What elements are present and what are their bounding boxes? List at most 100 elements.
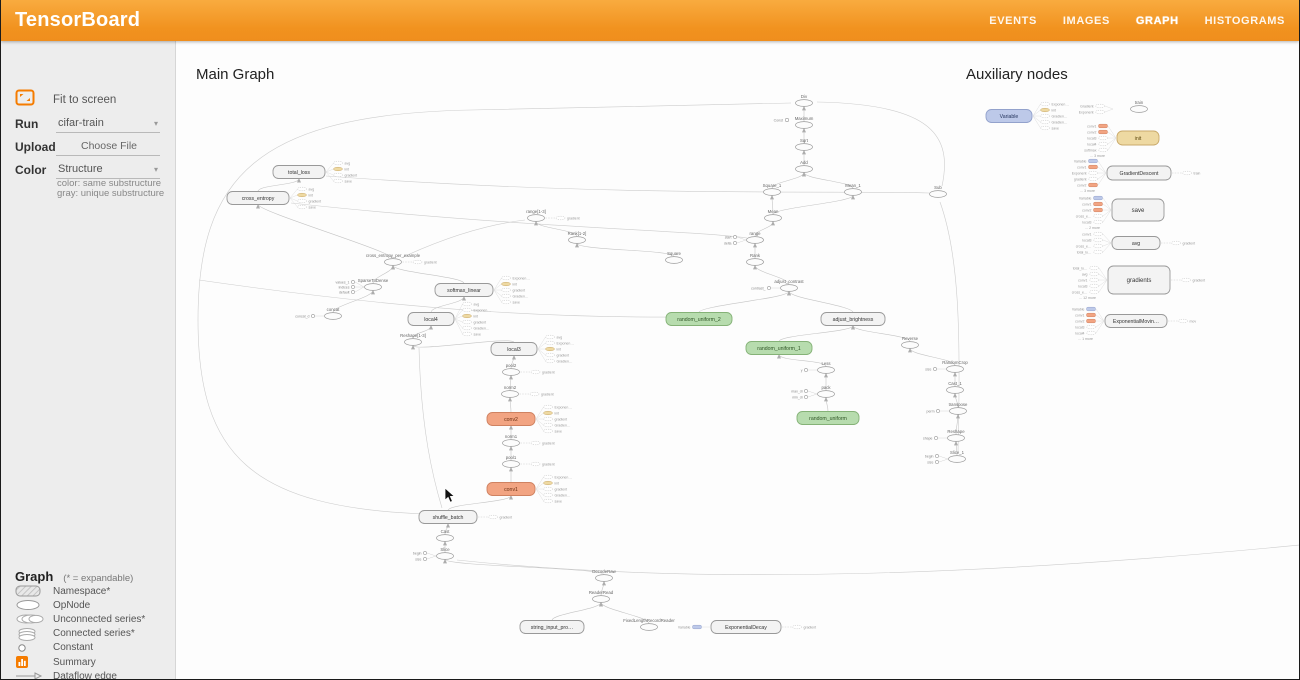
tensorboard-app: TensorBoard EVENTSIMAGESGRAPHHISTOGRAMS … — [0, 0, 1300, 680]
graph-node-range13[interactable]: range[1-3]gradient — [526, 209, 579, 222]
graph-node-pool1[interactable]: pool1gradient — [503, 455, 555, 468]
graph-node-string_input_pro[interactable]: string_input_pro… — [520, 621, 584, 634]
svg-text:gradient: gradient — [541, 392, 554, 396]
graph-node-total_loss[interactable]: total_lossavginitgradientsave — [273, 161, 357, 183]
svg-text:total_lo…: total_lo… — [1077, 250, 1092, 254]
nav-tab-events[interactable]: EVENTS — [989, 15, 1037, 27]
graph-node-cepe[interactable]: cross_entropy_per_examplegradient — [366, 253, 437, 266]
graph-node-cross_entropy[interactable]: cross_entropyavginitgradientsave — [227, 187, 321, 209]
color-select[interactable]: Structure▾ — [56, 161, 160, 179]
graph-node-Square_1[interactable]: Square_1 — [763, 183, 782, 196]
graph-node-random_uniform_2[interactable]: random_uniform_2 — [666, 313, 732, 326]
legend-item-namespace: Namespace* — [15, 584, 165, 598]
graph-node-pool2[interactable]: pool2gradient — [503, 363, 555, 376]
legend-item-label: Summary — [53, 657, 96, 668]
svg-text:adjust_brightness: adjust_brightness — [833, 317, 874, 323]
svg-text:Gradien…: Gradien… — [1052, 120, 1068, 124]
svg-text:conv1: conv1 — [504, 487, 518, 493]
graph-node-VariableAux[interactable]: VariableExponen…initGradien…Gradien…save — [986, 102, 1069, 130]
svg-text:gradient: gradient — [1183, 241, 1196, 245]
graph-node-DecodeRaw[interactable]: DecodeRaw — [592, 569, 616, 582]
svg-text:gradient: gradient — [513, 288, 526, 292]
svg-text:ExponentialDecay: ExponentialDecay — [725, 625, 767, 631]
graph-node-norm1[interactable]: norm1gradient — [503, 434, 555, 447]
svg-text:Variable: Variable — [1079, 196, 1092, 200]
graph-node-train[interactable]: trainGradientExponent — [1079, 100, 1148, 115]
graph-node-local4[interactable]: local4avgExponen…initgradientGradien…sav… — [408, 302, 491, 336]
graph-node-Rank12[interactable]: Rank[1-2] — [568, 231, 587, 244]
graph-node-save[interactable]: saveVariableconv1conv2cross_e…local3… 2 … — [1076, 196, 1164, 230]
graph-node-concat[interactable]: concatconcat_d — [295, 307, 341, 320]
graph-node-MaximumConst[interactable]: Const — [774, 118, 789, 122]
graph-node-Cast[interactable]: Cast — [437, 529, 454, 542]
svg-text:Maximum: Maximum — [795, 116, 814, 121]
graph-node-range[interactable]: rangestartdelta — [724, 231, 764, 246]
graph-node-conv1[interactable]: conv1Exponen…initgradientGradien…save — [487, 475, 572, 503]
legend-item-opnode: OpNode — [15, 598, 165, 612]
graph-node-Maximum[interactable]: Maximum — [795, 116, 814, 129]
graph-node-Sqrt[interactable]: Sqrt — [796, 138, 813, 151]
graph-node-softmax_linear[interactable]: softmax_linearExponen…initgradientGradie… — [435, 276, 530, 304]
graph-node-random_uniform[interactable]: random_uniform — [797, 412, 859, 425]
graph-node-SparseToDense[interactable]: SparseToDensevalues_1indicesdefault — [335, 278, 388, 295]
graph-node-Cast_1[interactable]: Cast_1 — [947, 381, 964, 394]
graph-node-Sub[interactable]: Sub — [930, 185, 947, 198]
graph-node-Mean_1[interactable]: Mean_1 — [845, 183, 862, 196]
graph-canvas[interactable]: Div Const Maximum Sqrt Add Square_1 Mean_1 Sub M… — [176, 41, 1300, 680]
graph-node-shuffle_batch[interactable]: shuffle_batchgradient — [419, 511, 512, 524]
graph-node-Rank[interactable]: Rank — [747, 253, 764, 266]
graph-node-init[interactable]: initconv1conv2local3local4softmax… 3 mor… — [1084, 124, 1159, 158]
svg-text:GradientDescent: GradientDescent — [1120, 171, 1159, 177]
svg-text:init: init — [555, 481, 560, 485]
svg-text:train: train — [1135, 100, 1144, 105]
svg-text:Exponen…: Exponen… — [557, 341, 575, 345]
graph-node-norm2[interactable]: norm2gradient — [502, 385, 554, 398]
graph-node-ReaderRead[interactable]: ReaderRead — [589, 590, 614, 603]
svg-text:conv1: conv1 — [1082, 232, 1091, 236]
graph-node-local3[interactable]: local3avgExponen…initgradientGradien… — [491, 335, 574, 363]
svg-text:adjust_contrast: adjust_contrast — [774, 279, 804, 284]
graph-node-transpose[interactable]: transposeperm — [927, 402, 969, 415]
graph-node-Reverse[interactable]: Reverse — [902, 336, 919, 349]
namespace-icon — [15, 585, 53, 597]
graph-node-ExponentialMovin[interactable]: ExponentialMovin…Variableconv1conv2local… — [1072, 307, 1196, 341]
svg-text:random_uniform_1: random_uniform_1 — [757, 346, 801, 352]
nav-tab-graph[interactable]: GRAPH — [1136, 15, 1179, 27]
graph-node-pack[interactable]: packmax_dimin_di — [791, 385, 834, 400]
graph-node-Div[interactable]: Div — [796, 94, 813, 107]
graph-node-adjust_contrast[interactable]: adjust_contrastcontrast_ — [751, 279, 804, 292]
graph-node-Slice_1[interactable]: Slice_1beginsize — [925, 450, 966, 465]
graph-node-random_uniform_1[interactable]: random_uniform_1 — [746, 342, 812, 355]
nav-tab-images[interactable]: IMAGES — [1063, 15, 1110, 27]
svg-text:cross_e…: cross_e… — [1072, 290, 1088, 294]
opnode-icon — [15, 599, 53, 611]
graph-node-gradients[interactable]: gradientstotal_lo…avgconv1local3cross_e…… — [1072, 266, 1205, 300]
run-select[interactable]: cifar-train▾ — [56, 115, 160, 133]
graph-node-Square[interactable]: Square — [666, 251, 683, 264]
svg-text:y: y — [801, 368, 803, 372]
graph-node-conv2[interactable]: conv2Exponen…initgradientGradien…save — [487, 405, 572, 433]
svg-text:Square_1: Square_1 — [763, 183, 782, 188]
nav-tab-histograms[interactable]: HISTOGRAMS — [1205, 15, 1285, 27]
graph-node-Reshape[interactable]: Reshapeshape — [923, 429, 965, 442]
choose-file-button[interactable]: Choose File — [56, 138, 160, 156]
graph-node-GradientDescent[interactable]: GradientDescentVariableconv1Exponentgrad… — [1072, 159, 1201, 193]
constant-icon — [15, 642, 53, 654]
graph-node-Add[interactable]: Add — [796, 160, 813, 173]
fit-to-screen-button[interactable]: Fit to screen — [15, 89, 116, 111]
svg-text:init: init — [513, 282, 518, 286]
graph-node-ExponentialDecay[interactable]: ExponentialDecayVariablegradient — [678, 621, 816, 634]
graph-node-FixedLengthRecordReader[interactable]: FixedLengthRecordReader — [623, 618, 675, 631]
svg-text:Const: Const — [774, 119, 783, 123]
graph-node-RandomCrop[interactable]: RandomCropsize — [925, 360, 968, 373]
legend-item-label: Connected series* — [53, 628, 135, 639]
graph-node-Mean[interactable]: Mean — [765, 209, 782, 222]
svg-text:Exponen…: Exponen… — [555, 475, 573, 479]
svg-text:… 12 more: … 12 more — [1079, 296, 1096, 300]
graph-node-Reshape13[interactable]: Reshape[1-3] — [400, 333, 426, 346]
svg-text:size: size — [925, 367, 931, 371]
svg-text:Less: Less — [821, 361, 830, 366]
graph-node-Slice[interactable]: Slicebeginsize — [413, 547, 454, 562]
graph-node-avg[interactable]: avgconv1local3cross_e…total_lo…gradient — [1076, 232, 1195, 254]
graph-node-adjust_brightness[interactable]: adjust_brightness — [821, 313, 885, 326]
